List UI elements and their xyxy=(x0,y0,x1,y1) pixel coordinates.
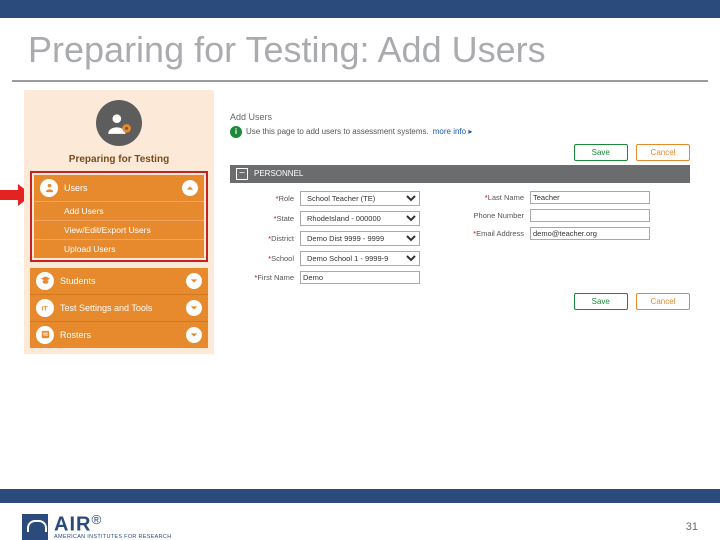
students-icon xyxy=(36,272,54,290)
label-phone: Phone Number xyxy=(460,211,530,220)
sidebar-subitem-view-users[interactable]: View/Edit/Export Users xyxy=(34,220,204,239)
phone-input[interactable] xyxy=(530,209,650,222)
rosters-icon xyxy=(36,326,54,344)
info-tip: i Use this page to add users to assessme… xyxy=(230,126,690,138)
title-divider xyxy=(12,80,708,82)
users-icon xyxy=(40,179,58,197)
sidebar-avatar-wrap xyxy=(30,96,208,152)
registered-icon: ® xyxy=(91,512,101,527)
content-area: Preparing for Testing Users Add Users Vi… xyxy=(0,90,720,410)
logo-text-small: AMERICAN INSTITUTES FOR RESEARCH xyxy=(54,535,171,540)
chevron-up-icon xyxy=(182,180,198,196)
district-select[interactable]: Demo Dist 9999 - 9999 xyxy=(300,231,420,246)
form-col-right: Last Name Phone Number Email Address xyxy=(460,191,690,289)
cancel-button[interactable]: Cancel xyxy=(636,144,690,161)
air-logo-mark-icon xyxy=(22,514,48,540)
button-row-top: Save Cancel xyxy=(230,144,690,161)
save-button[interactable]: Save xyxy=(574,293,628,310)
state-select[interactable]: RhodeIsland - 000000 xyxy=(300,211,420,226)
label-last: Last Name xyxy=(460,193,530,202)
sidebar-item-label: Test Settings and Tools xyxy=(60,303,186,313)
role-select[interactable]: School Teacher (TE) xyxy=(300,191,420,206)
sidebar-heading: Preparing for Testing xyxy=(30,154,208,165)
slide: Preparing for Testing: Add Users Prepari… xyxy=(0,0,720,540)
form-grid: RoleSchool Teacher (TE) StateRhodeIsland… xyxy=(230,191,690,289)
first-name-input[interactable] xyxy=(300,271,420,284)
air-logo: AIR® AMERICAN INSTITUTES FOR RESEARCH xyxy=(22,513,171,540)
label-role: Role xyxy=(230,194,300,203)
sidebar-item-students[interactable]: Students xyxy=(30,268,208,294)
sidebar-highlight-panel: Users Add Users View/Edit/Export Users U… xyxy=(30,171,208,262)
email-input[interactable] xyxy=(530,227,650,240)
sidebar-item-label: Students xyxy=(60,276,186,286)
add-users-form: Add Users i Use this page to add users t… xyxy=(230,112,690,314)
top-accent-bar xyxy=(0,0,720,18)
sidebar-item-label: Users xyxy=(64,183,182,193)
label-state: State xyxy=(230,214,300,223)
sidebar-item-tools[interactable]: tT Test Settings and Tools xyxy=(30,294,208,321)
cancel-button[interactable]: Cancel xyxy=(636,293,690,310)
chevron-down-icon xyxy=(186,300,202,316)
last-name-input[interactable] xyxy=(530,191,650,204)
svg-text:tT: tT xyxy=(41,305,47,312)
info-text: Use this page to add users to assessment… xyxy=(246,127,429,136)
user-gear-icon xyxy=(96,100,142,146)
label-school: School xyxy=(230,254,300,263)
form-col-left: RoleSchool Teacher (TE) StateRhodeIsland… xyxy=(230,191,460,289)
label-district: District xyxy=(230,234,300,243)
school-select[interactable]: Demo School 1 - 9999-9 xyxy=(300,251,420,266)
section-header-personnel[interactable]: − PERSONNEL xyxy=(230,165,690,183)
sidebar-item-users[interactable]: Users xyxy=(34,175,204,201)
collapse-icon[interactable]: − xyxy=(236,168,248,180)
sidebar: Preparing for Testing Users Add Users Vi… xyxy=(24,90,214,354)
info-icon: i xyxy=(230,126,242,138)
section-title: PERSONNEL xyxy=(254,169,303,178)
label-email: Email Address xyxy=(460,229,530,238)
footer: AIR® AMERICAN INSTITUTES FOR RESEARCH 31 xyxy=(0,489,720,540)
sidebar-subitem-upload-users[interactable]: Upload Users xyxy=(34,239,204,258)
tools-icon: tT xyxy=(36,299,54,317)
footer-accent-bar xyxy=(0,489,720,503)
breadcrumb: Add Users xyxy=(230,112,690,122)
chevron-down-icon xyxy=(186,273,202,289)
sidebar-item-rosters[interactable]: Rosters xyxy=(30,321,208,348)
button-row-bottom: Save Cancel xyxy=(230,293,690,310)
slide-title: Preparing for Testing: Add Users xyxy=(0,18,720,80)
save-button[interactable]: Save xyxy=(574,144,628,161)
page-number: 31 xyxy=(686,521,698,533)
label-first: First Name xyxy=(230,273,300,282)
sidebar-item-label: Rosters xyxy=(60,330,186,340)
logo-text-big: AIR xyxy=(54,514,91,536)
more-info-link[interactable]: more info ▸ xyxy=(433,127,473,136)
chevron-down-icon xyxy=(186,327,202,343)
sidebar-subitem-add-users[interactable]: Add Users xyxy=(34,201,204,220)
